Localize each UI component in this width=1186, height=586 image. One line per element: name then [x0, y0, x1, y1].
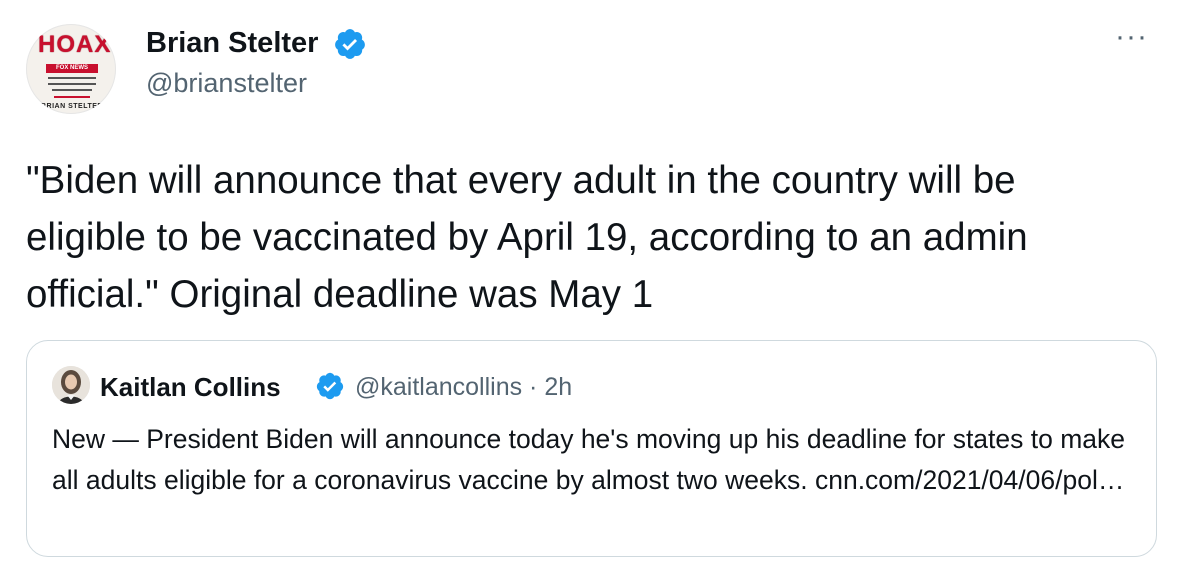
verified-badge-icon: [335, 29, 365, 59]
author-avatar[interactable]: HOAX FOX NEWS BRIAN STELTER: [26, 24, 116, 114]
author-display-name[interactable]: Brian Stelter: [146, 27, 318, 60]
avatar-book-title: HOAX: [38, 31, 112, 58]
more-options-icon[interactable]: ···: [1115, 22, 1148, 52]
avatar-fox-band: FOX NEWS: [46, 64, 98, 73]
person-avatar-icon: [52, 366, 90, 404]
avatar-subtitle-line: [54, 96, 90, 98]
quoted-tweet[interactable]: Kaitlan Collins @kaitlancollins · 2h New…: [26, 340, 1157, 557]
quoted-tweet-text: New — President Biden will announce toda…: [52, 424, 1126, 495]
avatar-subtitle-line: [48, 77, 96, 79]
quoted-author-handle-and-time: @kaitlancollins · 2h: [355, 373, 573, 401]
avatar-subtitle-line: [52, 89, 92, 91]
tweet-text: "Biden will announce that every adult in…: [26, 159, 1028, 316]
author-handle[interactable]: @brianstelter: [146, 68, 307, 99]
verified-badge-icon: [316, 372, 344, 400]
avatar-subtitle-line: [48, 83, 96, 85]
quoted-author-name: Kaitlan Collins: [100, 372, 281, 402]
quoted-author-avatar: [52, 366, 90, 404]
avatar-author-text: BRIAN STELTER: [41, 103, 103, 110]
